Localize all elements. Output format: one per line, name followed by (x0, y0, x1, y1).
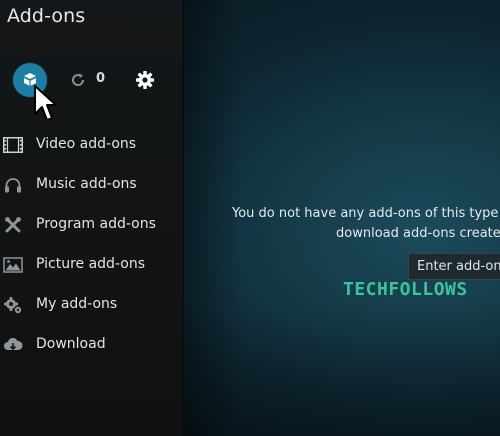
toolbar: 0 (0, 58, 184, 102)
sidebar-item-label: My add-ons (36, 296, 118, 312)
enter-addon-browser-button[interactable]: Enter add-on b (408, 253, 500, 280)
sidebar-item-music-addons[interactable]: Music add-ons (0, 165, 184, 205)
watermark: TECHFOLLOWS (343, 279, 468, 300)
sidebar-item-video-addons[interactable]: Video add-ons (0, 125, 184, 165)
mouse-cursor-icon (34, 85, 57, 121)
empty-state-message: You do not have any add-ons of this type… (232, 206, 500, 246)
sidebar-item-label: Download (36, 336, 106, 352)
refresh-icon (72, 73, 85, 86)
sidebar-item-my-addons[interactable]: My add-ons (0, 285, 184, 325)
gears-icon (2, 295, 24, 315)
film-strip-icon (2, 135, 24, 155)
sidebar: Add-ons 0 Video add-ons Music add-ons Pr… (0, 0, 184, 436)
settings-button[interactable] (134, 69, 156, 91)
sidebar-item-label: Music add-ons (36, 176, 137, 192)
sidebar-item-label: Picture add-ons (36, 256, 145, 272)
message-line-2: download add-ons created (336, 226, 500, 241)
picture-icon (2, 255, 24, 275)
sidebar-item-download[interactable]: Download (0, 325, 184, 365)
cloud-download-icon (2, 335, 24, 355)
headphones-icon (2, 175, 24, 195)
sidebar-item-program-addons[interactable]: Program add-ons (0, 205, 184, 245)
sidebar-item-label: Program add-ons (36, 216, 156, 232)
tools-icon (2, 215, 24, 235)
update-count: 0 (96, 71, 106, 86)
sidebar-item-label: Video add-ons (36, 136, 137, 152)
update-button[interactable] (68, 70, 88, 90)
gear-icon (136, 71, 154, 89)
kodi-addons-screen: Add-ons 0 Video add-ons Music add-ons Pr… (0, 0, 500, 436)
sidebar-item-picture-addons[interactable]: Picture add-ons (0, 245, 184, 285)
sidebar-menu: Video add-ons Music add-ons Program add-… (0, 125, 184, 365)
page-title: Add-ons (7, 5, 86, 27)
message-line-1: You do not have any add-ons of this type… (232, 206, 500, 221)
